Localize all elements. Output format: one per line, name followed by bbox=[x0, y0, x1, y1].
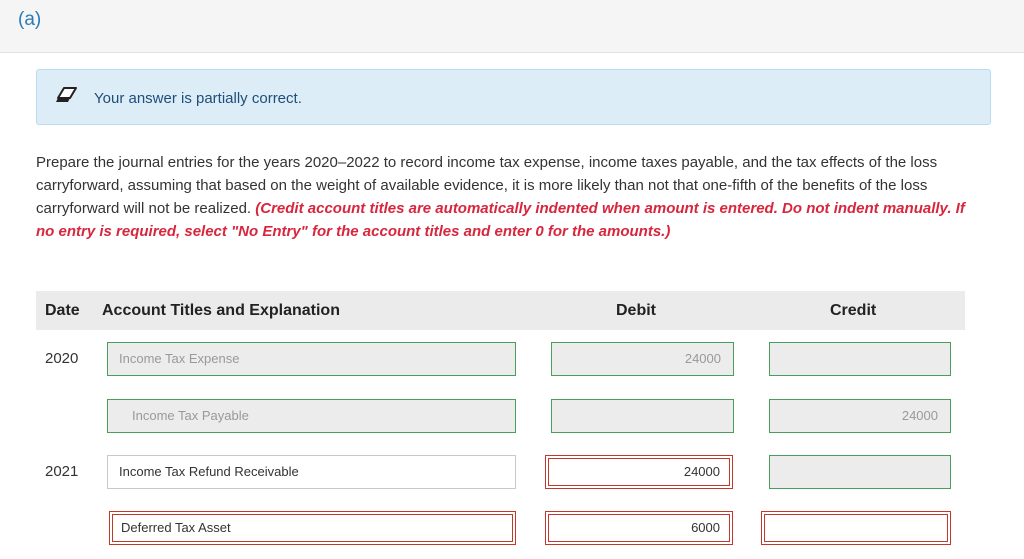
journal-table-header: Date Account Titles and Explanation Debi… bbox=[36, 291, 965, 330]
account-title-field[interactable]: Deferred Tax Asset bbox=[109, 511, 516, 545]
debit-amount-field[interactable]: 24000 bbox=[545, 455, 733, 489]
account-title-field[interactable]: Income Tax Expense bbox=[107, 342, 516, 376]
row-date: 2021 bbox=[45, 463, 79, 480]
page: (a) Your answer is partially correct. Pr… bbox=[0, 0, 1024, 559]
part-label: (a) bbox=[18, 9, 42, 30]
header-account-titles: Account Titles and Explanation bbox=[102, 302, 340, 319]
question-text: Prepare the journal entries for the year… bbox=[36, 151, 981, 243]
header-credit: Credit bbox=[830, 302, 877, 319]
header-debit: Debit bbox=[616, 302, 656, 319]
feedback-text: Your answer is partially correct. bbox=[94, 90, 302, 107]
debit-amount-field[interactable] bbox=[551, 399, 734, 433]
debit-amount-field[interactable]: 24000 bbox=[551, 342, 734, 376]
feedback-banner: Your answer is partially correct. bbox=[36, 69, 991, 125]
credit-amount-field[interactable] bbox=[769, 455, 951, 489]
row-date: 2020 bbox=[45, 350, 79, 367]
credit-amount-field[interactable] bbox=[761, 511, 951, 545]
account-title-field[interactable]: Income Tax Payable bbox=[107, 399, 516, 433]
pencil-eraser-icon bbox=[55, 85, 79, 105]
debit-amount-field[interactable]: 6000 bbox=[545, 511, 733, 545]
credit-amount-field[interactable] bbox=[769, 342, 951, 376]
credit-amount-field[interactable]: 24000 bbox=[769, 399, 951, 433]
header-date: Date bbox=[45, 302, 80, 319]
part-header: (a) bbox=[0, 0, 1024, 53]
account-title-field[interactable]: Income Tax Refund Receivable bbox=[107, 455, 516, 489]
